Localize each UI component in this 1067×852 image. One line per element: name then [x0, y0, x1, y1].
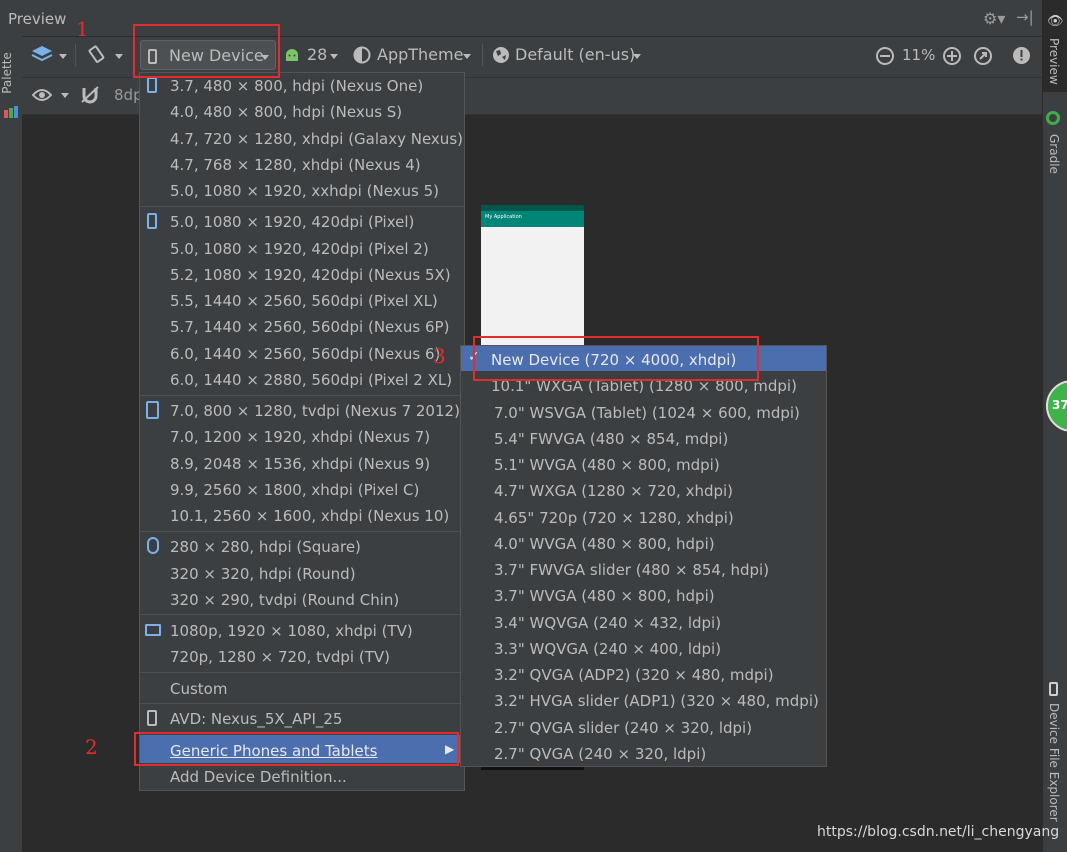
menu-item-nexus-7-2012[interactable]: 7.0, 800 × 1280, tvdpi (Nexus 7 2012): [170, 402, 460, 420]
palette-icon[interactable]: [4, 106, 18, 118]
locale-label[interactable]: Default (en-us): [515, 45, 635, 64]
menu-item-add-device-definition[interactable]: Add Device Definition...: [170, 768, 347, 786]
phone-icon: [147, 77, 157, 93]
api-dropdown-icon[interactable]: [330, 54, 338, 59]
menu-item-tv-1080p[interactable]: 1080p, 1920 × 1080, xhdpi (TV): [170, 622, 413, 640]
menu-separator: [140, 206, 464, 207]
globe-icon: [493, 47, 509, 63]
menu-item-pixel-2-xl[interactable]: 6.0, 1440 × 2880, 560dpi (Pixel 2 XL): [170, 371, 452, 389]
menu-item-wear-round-chin[interactable]: 320 × 290, tvdpi (Round Chin): [170, 591, 399, 609]
submenu-item[interactable]: 2.7" QVGA slider (240 × 320, ldpi): [494, 719, 752, 737]
theme-dropdown-icon[interactable]: [463, 54, 471, 59]
zoom-out-icon[interactable]: [875, 46, 895, 66]
palette-tab[interactable]: Palette: [0, 52, 14, 94]
watch-icon: [147, 537, 159, 554]
menu-separator: [140, 531, 464, 532]
annotation-box-2: [134, 732, 459, 766]
submenu-item[interactable]: 7.0" WSVGA (Tablet) (1024 × 600, mdpi): [494, 404, 800, 422]
submenu-item[interactable]: 3.2" QVGA (ADP2) (320 × 480, mdpi): [494, 666, 774, 684]
menu-item-pixel[interactable]: 5.0, 1080 × 1920, 420dpi (Pixel): [170, 213, 414, 231]
submenu-item[interactable]: 3.7" WVGA (480 × 800, hdpi): [494, 587, 715, 605]
watermark: https://blog.csdn.net/li_chengyang: [817, 824, 1060, 840]
preview-tab[interactable]: Preview: [1047, 38, 1061, 85]
toolbar-separator: [75, 44, 76, 66]
menu-separator: [140, 703, 464, 704]
submenu-item[interactable]: 4.65" 720p (720 × 1280, xhdpi): [494, 509, 734, 527]
phone-icon: [147, 710, 157, 726]
menu-item-galaxy-nexus[interactable]: 4.7, 720 × 1280, xhdpi (Galaxy Nexus): [170, 130, 463, 148]
annotation-box-3: [473, 336, 759, 381]
menu-item-nexus-one[interactable]: 3.7, 480 × 800, hdpi (Nexus One): [170, 77, 423, 95]
toolbar-separator: [482, 44, 483, 66]
gradle-icon[interactable]: [1046, 111, 1060, 125]
menu-item-tv-720p[interactable]: 720p, 1280 × 720, tvdpi (TV): [170, 648, 390, 666]
device-icon[interactable]: [1049, 682, 1058, 696]
hide-panel-icon[interactable]: →|: [1016, 8, 1034, 26]
submenu-item[interactable]: 3.4" WQVGA (240 × 432, ldpi): [494, 614, 721, 632]
zoom-to-fit-icon[interactable]: [973, 46, 993, 66]
phone-icon: [147, 213, 157, 229]
locale-dropdown-icon[interactable]: [633, 54, 641, 59]
eye-view-icon[interactable]: [32, 88, 52, 102]
zoom-level: 11%: [902, 46, 936, 64]
layers-icon[interactable]: [31, 45, 53, 65]
menu-item-wear-round[interactable]: 320 × 320, hdpi (Round): [170, 565, 356, 583]
left-tool-strip: [0, 36, 23, 852]
menu-item-nexus-9[interactable]: 8.9, 2048 × 1536, xhdpi (Nexus 9): [170, 455, 430, 473]
submenu-item[interactable]: 2.7" QVGA (240 × 320, ldpi): [494, 745, 706, 763]
gear-icon[interactable]: ⚙▾: [983, 9, 1005, 28]
submenu-item[interactable]: 3.2" HVGA slider (ADP1) (320 × 480, mdpi…: [494, 692, 819, 710]
theme-label[interactable]: AppTheme: [377, 45, 463, 64]
theme-icon: [353, 46, 371, 64]
menu-item-nexus-s[interactable]: 4.0, 480 × 800, hdpi (Nexus S): [170, 103, 402, 121]
floating-badge-number: 37: [1052, 398, 1067, 412]
submenu-item[interactable]: 4.7" WXGA (1280 × 720, xhdpi): [494, 482, 733, 500]
menu-item-pixel-c[interactable]: 9.9, 2560 × 1800, xhdpi (Pixel C): [170, 481, 419, 499]
menu-item-nexus-6[interactable]: 6.0, 1440 × 2560, 560dpi (Nexus 6): [170, 345, 440, 363]
submenu-item[interactable]: 3.7" FWVGA slider (480 × 854, hdpi): [494, 561, 769, 579]
menu-item-pixel-2[interactable]: 5.0, 1080 × 1920, 420dpi (Pixel 2): [170, 240, 429, 258]
orientation-dropdown-icon[interactable]: [115, 54, 123, 59]
panel-title: Preview: [8, 10, 67, 28]
layers-dropdown-icon[interactable]: [59, 54, 67, 59]
annotation-number-3: 3: [433, 344, 446, 368]
api-level[interactable]: 28: [307, 45, 327, 64]
menu-item-nexus-10[interactable]: 10.1, 2560 × 1600, xhdpi (Nexus 10): [170, 507, 449, 525]
android-icon: [286, 49, 298, 61]
rotate-orientation-icon[interactable]: [87, 45, 107, 65]
magnet-off-icon[interactable]: [80, 86, 100, 104]
menu-item-avd[interactable]: AVD: Nexus_5X_API_25: [170, 710, 342, 728]
menu-item-nexus-7[interactable]: 7.0, 1200 × 1920, xhdpi (Nexus 7): [170, 428, 430, 446]
menu-separator: [140, 614, 464, 615]
menu-item-nexus-4[interactable]: 4.7, 768 × 1280, xhdpi (Nexus 4): [170, 156, 421, 174]
device-file-explorer-tab[interactable]: Device File Explorer: [1047, 703, 1061, 822]
menu-separator: [140, 672, 464, 673]
eye-icon[interactable]: 👁: [1047, 14, 1064, 29]
menu-item-pixel-xl[interactable]: 5.5, 1440 × 2560, 560dpi (Pixel XL): [170, 292, 438, 310]
annotation-box-1: [133, 24, 280, 78]
menu-item-nexus-6p[interactable]: 5.7, 1440 × 2560, 560dpi (Nexus 6P): [170, 318, 449, 336]
submenu-item[interactable]: 3.3" WQVGA (240 × 400, ldpi): [494, 640, 721, 658]
phone-app-title: My Application: [485, 214, 522, 220]
warning-icon[interactable]: [1012, 46, 1031, 65]
menu-item-custom[interactable]: Custom: [170, 680, 227, 698]
zoom-in-icon[interactable]: [942, 46, 962, 66]
submenu-item[interactable]: 5.4" FWVGA (480 × 854, mdpi): [494, 430, 728, 448]
tablet-icon: [146, 401, 159, 419]
annotation-number-1: 1: [76, 17, 89, 41]
submenu-item[interactable]: 5.1" WVGA (480 × 800, mdpi): [494, 456, 720, 474]
submenu-item[interactable]: 4.0" WVGA (480 × 800, hdpi): [494, 535, 715, 553]
menu-item-nexus-5[interactable]: 5.0, 1080 × 1920, xxhdpi (Nexus 5): [170, 182, 439, 200]
phone-preview[interactable]: [481, 205, 584, 353]
menu-item-nexus-5x[interactable]: 5.2, 1080 × 1920, 420dpi (Nexus 5X): [170, 266, 451, 284]
menu-separator: [140, 395, 464, 396]
tv-icon: [145, 624, 161, 636]
menu-item-wear-square[interactable]: 280 × 280, hdpi (Square): [170, 538, 361, 556]
view-dropdown-icon[interactable]: [61, 93, 69, 98]
gradle-tab[interactable]: Gradle: [1047, 134, 1061, 174]
annotation-number-2: 2: [85, 735, 98, 759]
